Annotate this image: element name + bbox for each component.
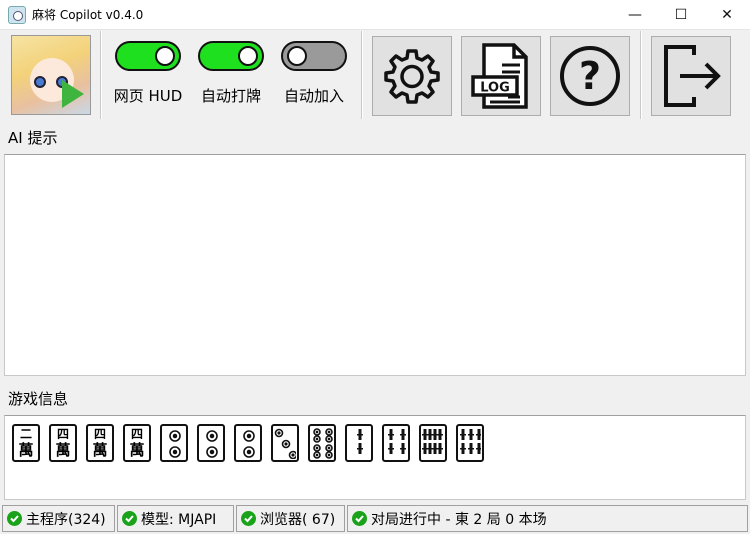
mahjong-tile: 二萬 (12, 424, 40, 462)
check-icon (352, 511, 367, 526)
check-icon (241, 511, 256, 526)
tile-suit: 萬 (18, 441, 34, 459)
tile-number: 四 (130, 427, 143, 441)
bamboo-icon (460, 429, 481, 454)
status-bar: 主程序(324) 模型: MJAPI 浏览器( 67) 对局进行中 - 東 2 … (0, 503, 750, 534)
circles-icon (313, 428, 333, 459)
mahjong-tile (197, 424, 225, 462)
mahjong-tile (308, 424, 336, 462)
ai-hint-label: AI 提示 (8, 129, 58, 147)
game-info-panel: 二萬四萬四萬四萬 (4, 415, 746, 500)
gear-icon (384, 49, 440, 104)
mahjong-tile: 四萬 (49, 424, 77, 462)
mahjong-tile (456, 424, 484, 462)
exit-button[interactable] (651, 36, 731, 116)
toggle-auto-play[interactable]: 自动打牌 (186, 41, 276, 106)
status-text: 主程序(324) (26, 511, 106, 528)
circles-icon (169, 430, 181, 458)
toolbar-divider (640, 31, 642, 119)
play-icon (62, 80, 84, 108)
mahjong-tile (234, 424, 262, 462)
status-main-program: 主程序(324) (2, 505, 115, 532)
check-icon (122, 511, 137, 526)
status-model: 模型: MJAPI (117, 505, 234, 532)
log-document-icon: LOG (471, 43, 528, 109)
mahjong-tile (419, 424, 447, 462)
toggle-switch[interactable] (281, 41, 347, 71)
tile-number: 二 (19, 427, 32, 441)
check-icon (7, 511, 22, 526)
toolbar: 网页 HUD 自动打牌 自动加入 LOG ? (0, 31, 750, 119)
game-info-label: 游戏信息 (8, 390, 69, 408)
settings-button[interactable] (372, 36, 452, 116)
circles-icon (206, 430, 218, 458)
close-button[interactable]: ✕ (704, 0, 750, 30)
toggle-auto-join[interactable]: 自动加入 (269, 41, 359, 106)
tile-number: 四 (56, 427, 69, 441)
title-bar: 麻将 Copilot v0.4.0 — ☐ ✕ (0, 0, 750, 30)
avatar-start-button[interactable] (11, 35, 91, 115)
status-browser: 浏览器( 67) (236, 505, 345, 532)
bamboo-icon (388, 429, 406, 454)
mahjong-tile: 四萬 (86, 424, 114, 462)
log-icon-text: LOG (480, 81, 510, 96)
status-game: 对局进行中 - 東 2 局 0 本场 (347, 505, 748, 532)
exit-icon (664, 45, 721, 107)
toggle-switch[interactable] (115, 41, 181, 71)
toggle-web-hud[interactable]: 网页 HUD (103, 41, 193, 106)
bamboo-icon (357, 429, 363, 454)
help-icon-text: ? (579, 54, 601, 98)
toolbar-divider (361, 31, 363, 119)
window-title: 麻将 Copilot v0.4.0 (32, 8, 144, 22)
status-text: 模型: MJAPI (141, 511, 217, 528)
bamboo-icon (422, 429, 443, 454)
status-text: 浏览器( 67) (260, 511, 336, 528)
mahjong-tile (345, 424, 373, 462)
tile-suit: 萬 (92, 441, 108, 459)
toggle-label: 自动加入 (283, 87, 344, 105)
tile-suit: 萬 (129, 441, 145, 459)
ai-hint-textbox[interactable] (4, 154, 746, 376)
avatar-eye-left (34, 76, 46, 88)
toggle-label: 自动打牌 (200, 87, 261, 105)
app-icon (8, 5, 26, 24)
mahjong-tile (382, 424, 410, 462)
circles-icon (274, 428, 296, 459)
log-button[interactable]: LOG (461, 36, 541, 116)
tile-suit: 萬 (55, 441, 71, 459)
mahjong-tile (160, 424, 188, 462)
toggle-switch[interactable] (198, 41, 264, 71)
question-icon: ? (560, 46, 620, 106)
mahjong-tile: 四萬 (123, 424, 151, 462)
mahjong-tile (271, 424, 299, 462)
circles-icon (243, 430, 255, 458)
help-button[interactable]: ? (550, 36, 630, 116)
tile-number: 四 (93, 427, 106, 441)
maximize-button[interactable]: ☐ (658, 0, 704, 30)
toggle-label: 网页 HUD (113, 87, 183, 105)
status-text: 对局进行中 - 東 2 局 0 本场 (371, 511, 547, 528)
toolbar-divider (100, 31, 102, 119)
minimize-button[interactable]: — (612, 0, 658, 30)
